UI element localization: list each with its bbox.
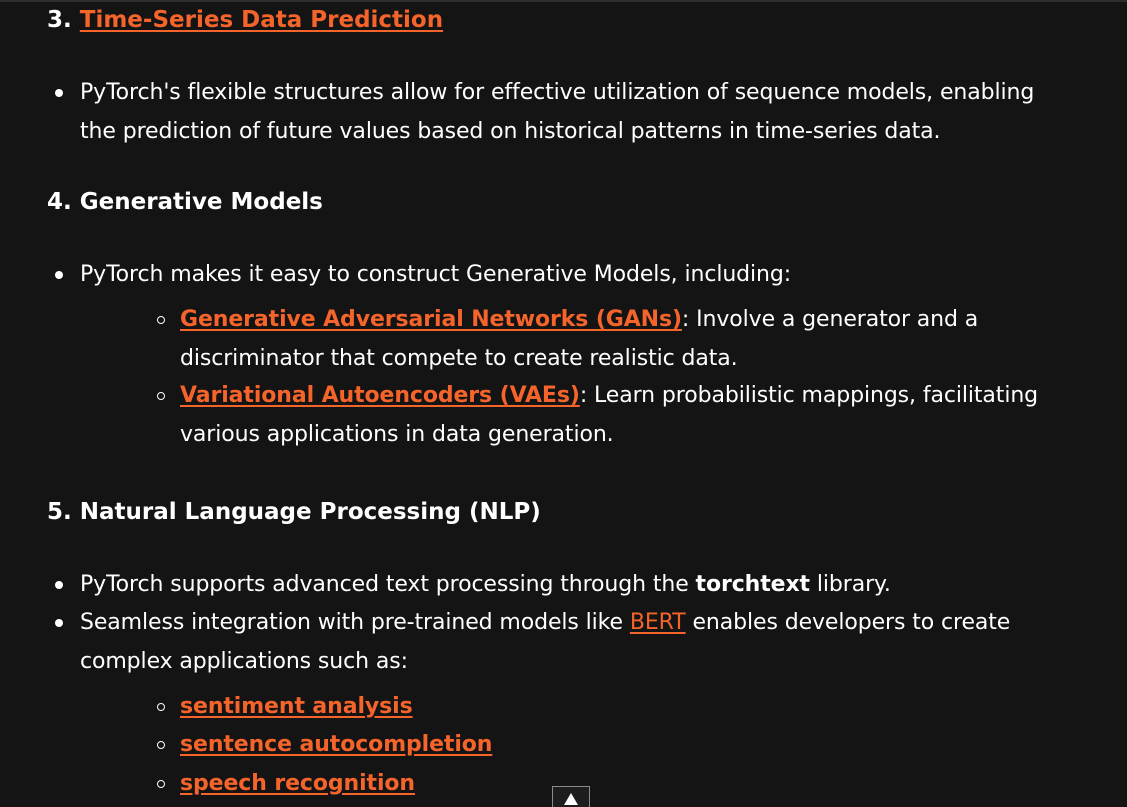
article-page: 3. Time-Series Data Prediction PyTorch's… (0, 0, 1127, 807)
sublist-item-speech: speech recognition (157, 765, 1060, 804)
arrow-up-icon (564, 793, 578, 807)
section-heading-generative-models: 4. Generative Models (47, 189, 323, 215)
speech-recognition-link[interactable]: speech recognition (180, 771, 415, 796)
section-heading-nlp: 5. Natural Language Processing (NLP) (47, 499, 541, 525)
section-number: 3. (47, 7, 72, 33)
section-heading-time-series: 3. Time-Series Data Prediction (47, 3, 443, 37)
list-item-generative-intro: PyTorch makes it easy to construct Gener… (55, 256, 1070, 295)
time-series-text: PyTorch's flexible structures allow for … (80, 80, 1035, 144)
scroll-to-top-button[interactable] (552, 786, 590, 807)
sublist-item-sentiment: sentiment analysis (157, 688, 1060, 727)
sublist-item-autocompletion: sentence autocompletion (157, 726, 1060, 765)
sentence-autocompletion-link[interactable]: sentence autocompletion (180, 732, 492, 757)
list-item-bert: Seamless integration with pre-trained mo… (55, 604, 1070, 681)
list-item-torchtext: PyTorch supports advanced text processin… (55, 566, 1070, 605)
torchtext-text-before: PyTorch supports advanced text processin… (80, 572, 696, 597)
sublist-item-vaes: Variational Autoencoders (VAEs): Learn p… (157, 377, 1060, 454)
sentiment-analysis-link[interactable]: sentiment analysis (180, 694, 413, 719)
torchtext-library-name: torchtext (695, 572, 811, 597)
torchtext-text-after: library. (809, 572, 891, 597)
gans-link[interactable]: Generative Adversarial Networks (GANs) (180, 307, 682, 332)
vaes-link[interactable]: Variational Autoencoders (VAEs) (180, 383, 580, 408)
list-item-time-series: PyTorch's flexible structures allow for … (55, 74, 1070, 151)
sublist-item-gans: Generative Adversarial Networks (GANs): … (157, 301, 1060, 378)
bert-link[interactable]: BERT (630, 610, 686, 635)
time-series-link[interactable]: Time-Series Data Prediction (80, 7, 443, 33)
bert-text-before: Seamless integration with pre-trained mo… (80, 610, 630, 635)
generative-intro-text: PyTorch makes it easy to construct Gener… (80, 262, 792, 287)
